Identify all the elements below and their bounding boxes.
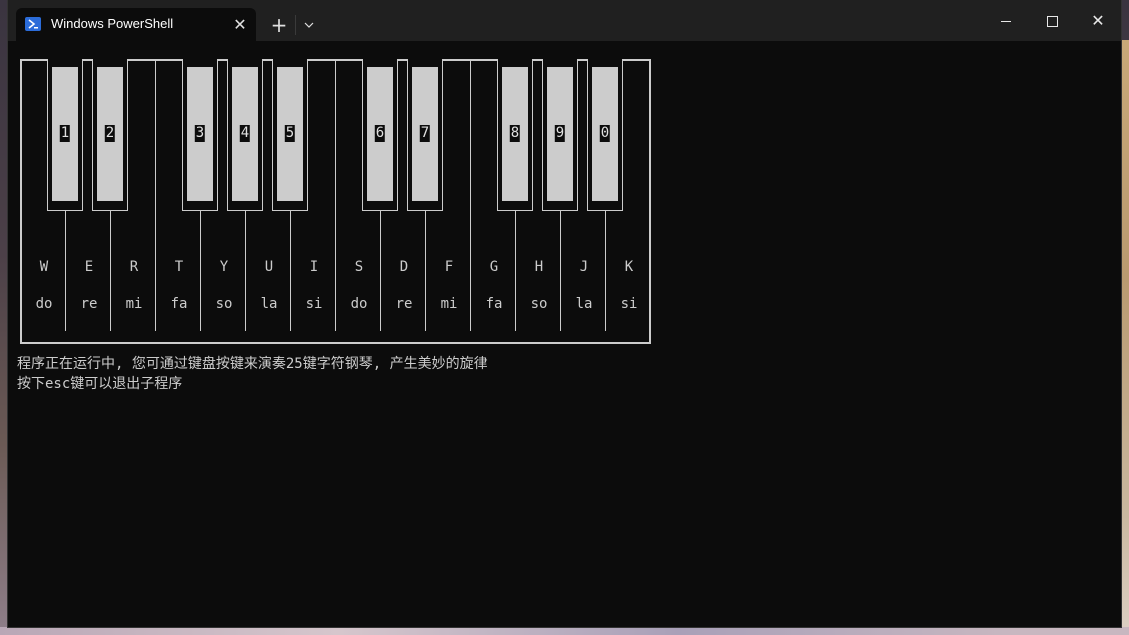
white-key-letter: I xyxy=(309,259,319,275)
tab-powershell[interactable]: Windows PowerShell ✕ xyxy=(16,8,256,41)
black-key[interactable]: 0 xyxy=(587,59,623,211)
black-key[interactable]: 1 xyxy=(47,59,83,211)
black-key-number: 7 xyxy=(419,125,431,142)
black-key[interactable]: 3 xyxy=(182,59,218,211)
black-key[interactable]: 6 xyxy=(362,59,398,211)
black-key[interactable]: 5 xyxy=(272,59,308,211)
white-key-note: mi xyxy=(440,296,458,312)
white-key-letter: H xyxy=(534,259,544,275)
white-key-note: do xyxy=(350,296,368,312)
white-key-divider xyxy=(335,59,336,331)
new-tab-button[interactable]: + xyxy=(268,14,290,36)
white-key-letter: W xyxy=(39,259,49,275)
black-key[interactable]: 8 xyxy=(497,59,533,211)
white-key-letter: E xyxy=(84,259,94,275)
black-key-number: 6 xyxy=(374,125,386,142)
black-key-number: 2 xyxy=(104,125,116,142)
black-key-number: 3 xyxy=(194,125,206,142)
white-key-divider xyxy=(155,59,156,331)
white-key-note: re xyxy=(395,296,413,312)
white-key-note: so xyxy=(215,296,233,312)
white-key-letter: R xyxy=(129,259,139,275)
terminal-window: Windows PowerShell ✕ + ✕ 1 2 3 4 5 6 7 8 9 0 Wdo Er… xyxy=(8,0,1121,627)
black-key-number: 9 xyxy=(554,125,566,142)
white-key-letter: D xyxy=(399,259,409,275)
maximize-icon xyxy=(1047,16,1058,27)
black-key-number: 0 xyxy=(599,125,611,142)
exit-hint: 按下esc键可以退出子程序 xyxy=(17,376,183,392)
tab-title: Windows PowerShell xyxy=(51,16,174,31)
white-key-letter: G xyxy=(489,259,499,275)
white-key-letter: K xyxy=(624,259,634,275)
black-key-number: 8 xyxy=(509,125,521,142)
tab-separator xyxy=(295,15,296,35)
status-message: 程序正在运行中, 您可通过键盘按键来演奏25键字符钢琴, 产生美妙的旋律 xyxy=(17,356,488,372)
maximize-button[interactable] xyxy=(1029,8,1075,34)
minimize-icon xyxy=(1001,21,1011,22)
white-key-note: si xyxy=(305,296,323,312)
black-key-number: 5 xyxy=(284,125,296,142)
black-key[interactable]: 4 xyxy=(227,59,263,211)
black-key[interactable]: 7 xyxy=(407,59,443,211)
white-key-note: so xyxy=(530,296,548,312)
black-key-number: 1 xyxy=(59,125,71,142)
white-key-letter: Y xyxy=(219,259,229,275)
black-key-number: 4 xyxy=(239,125,251,142)
chevron-down-icon[interactable] xyxy=(300,14,318,36)
white-key-note: fa xyxy=(170,296,188,312)
title-bar[interactable]: Windows PowerShell ✕ + ✕ xyxy=(8,0,1121,41)
white-key-letter: J xyxy=(579,259,589,275)
white-key-note: mi xyxy=(125,296,143,312)
white-key-note: fa xyxy=(485,296,503,312)
close-button[interactable]: ✕ xyxy=(1075,8,1121,34)
close-icon: ✕ xyxy=(1091,11,1105,30)
tab-close-icon[interactable]: ✕ xyxy=(230,15,250,35)
white-key-letter: T xyxy=(174,259,184,275)
white-key-note: re xyxy=(80,296,98,312)
white-key-letter: S xyxy=(354,259,364,275)
white-key-note: la xyxy=(260,296,278,312)
terminal-output[interactable]: 1 2 3 4 5 6 7 8 9 0 Wdo Ere Rmi Tfa Yso Ula Isi Sdo Dre Fmi… xyxy=(8,41,1121,627)
wallpaper-edge-bottom xyxy=(0,627,1129,635)
white-key-note: do xyxy=(35,296,53,312)
white-key-letter: F xyxy=(444,259,454,275)
white-key-note: la xyxy=(575,296,593,312)
ascii-piano: 1 2 3 4 5 6 7 8 9 0 Wdo Ere Rmi Tfa Yso Ula Isi Sdo Dre Fmi… xyxy=(20,59,651,346)
white-key-note: si xyxy=(620,296,638,312)
white-key-letter: U xyxy=(264,259,274,275)
black-key[interactable]: 9 xyxy=(542,59,578,211)
black-key[interactable]: 2 xyxy=(92,59,128,211)
piano-frame-bottom xyxy=(20,342,651,344)
powershell-icon xyxy=(25,17,41,31)
white-key-divider xyxy=(470,59,471,331)
minimize-button[interactable] xyxy=(983,8,1029,34)
